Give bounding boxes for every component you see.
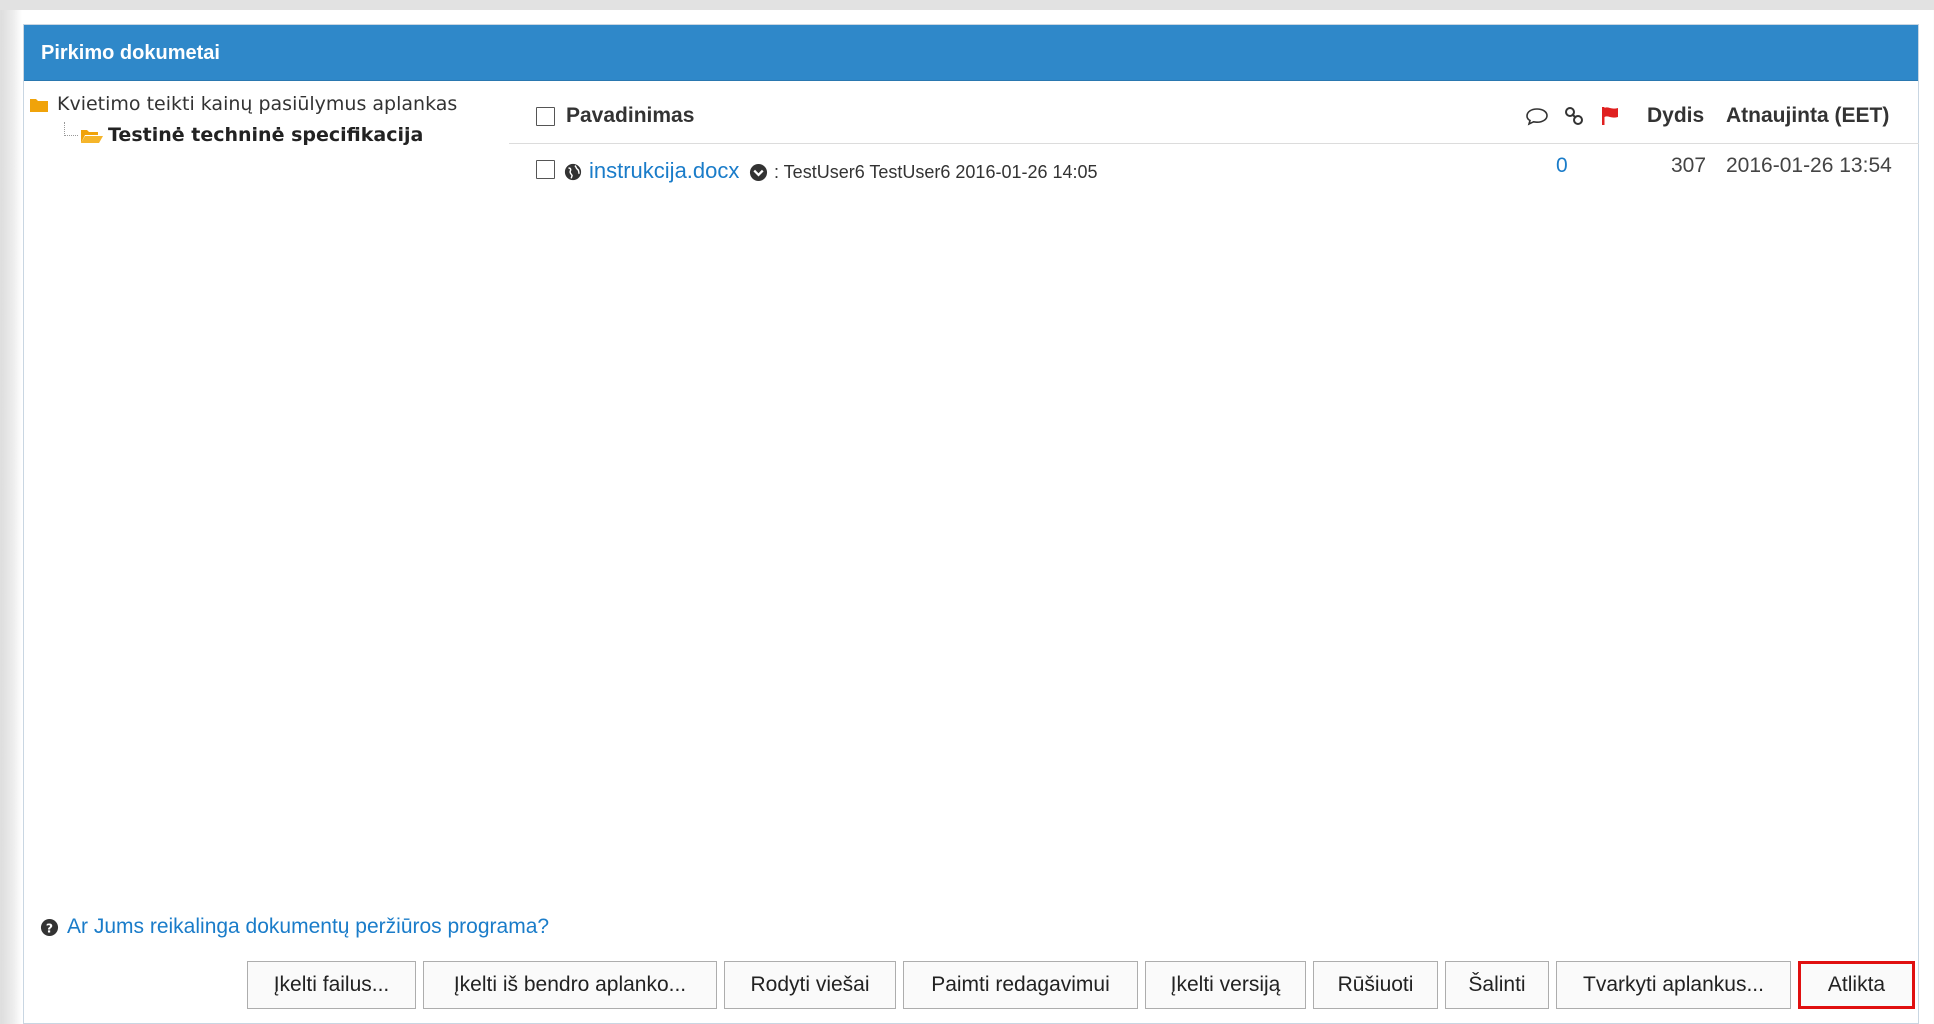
comments-count[interactable]: 0: [1556, 154, 1568, 178]
file-link[interactable]: instrukcija.docx: [589, 158, 739, 184]
delete-button[interactable]: Šalinti: [1445, 961, 1549, 1009]
manage-folders-button[interactable]: Tvarkyti aplankus...: [1556, 961, 1791, 1009]
tree-item-root-label: Kvietimo teikti kainų pasiūlymus aplanka…: [57, 93, 458, 115]
done-button[interactable]: Atlikta: [1798, 961, 1915, 1009]
file-size: 307: [1671, 154, 1707, 177]
file-meta-text: : TestUser6 TestUser6 2016-01-26 14:05: [774, 162, 1098, 182]
column-header-size[interactable]: Dydis: [1647, 104, 1704, 128]
table-header: Pavadinimas Dydis Atnaujinta (EET): [509, 89, 1919, 144]
upload-files-button[interactable]: Įkelti failus...: [247, 961, 416, 1009]
question-circle-icon: ?: [40, 918, 59, 936]
column-header-updated[interactable]: Atnaujinta (EET): [1726, 104, 1889, 128]
folder-tree: Kvietimo teikti kainų pasiūlymus aplanka…: [29, 89, 509, 151]
chevron-down-circle-icon[interactable]: [749, 163, 768, 182]
table-row: instrukcija.docx : TestUser6 TestUser6 2…: [509, 144, 1919, 199]
tree-item-child[interactable]: Testinė techninė specifikacija: [64, 119, 509, 151]
file-updated: 2016-01-26 13:54: [1726, 154, 1892, 177]
sort-button[interactable]: Rūšiuoti: [1313, 961, 1438, 1009]
file-table: Pavadinimas Dydis Atnaujinta (EET) instr…: [509, 89, 1919, 199]
globe-icon: [564, 163, 582, 181]
upload-shared-button[interactable]: Įkelti iš bendro aplanko...: [423, 961, 717, 1009]
column-header-name[interactable]: Pavadinimas: [566, 104, 694, 128]
take-for-edit-button[interactable]: Paimti redagavimui: [903, 961, 1138, 1009]
tree-item-root[interactable]: Kvietimo teikti kainų pasiūlymus aplanka…: [29, 89, 509, 119]
row-checkbox[interactable]: [536, 160, 555, 179]
viewer-help-link[interactable]: ? Ar Jums reikalinga dokumentų peržiūros…: [40, 915, 549, 939]
action-toolbar: Įkelti failus... Įkelti iš bendro aplank…: [247, 961, 1915, 1009]
link-icon: [1565, 107, 1583, 125]
viewer-help-text: Ar Jums reikalinga dokumentų peržiūros p…: [67, 915, 550, 938]
tree-item-child-label: Testinė techninė specifikacija: [108, 124, 424, 146]
svg-text:?: ?: [46, 921, 53, 935]
upload-version-button[interactable]: Įkelti versiją: [1145, 961, 1306, 1009]
select-all-checkbox[interactable]: [536, 106, 555, 126]
show-public-button[interactable]: Rodyti viešai: [724, 961, 896, 1009]
top-strip: [0, 0, 1934, 10]
panel-title: Pirkimo dokumetai: [24, 25, 1918, 81]
column-header-icons: [1525, 105, 1621, 127]
comment-icon: [1526, 108, 1548, 126]
folder-icon: [29, 96, 51, 112]
file-meta: : TestUser6 TestUser6 2016-01-26 14:05: [749, 162, 1098, 183]
folder-open-icon: [80, 127, 103, 143]
documents-panel: Pirkimo dokumetai Kvietimo teikti kainų …: [23, 24, 1919, 1024]
flag-icon: [1602, 107, 1618, 125]
tree-connector: [64, 122, 78, 136]
